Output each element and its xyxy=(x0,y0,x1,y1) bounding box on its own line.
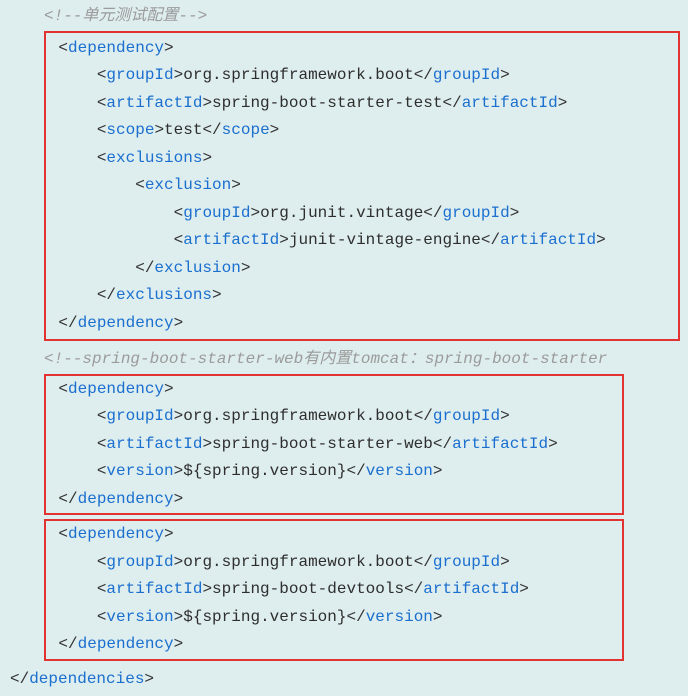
dependency-block-2: <dependency> <groupId>org.springframewor… xyxy=(44,374,624,516)
code-line: <version>${spring.version}</version> xyxy=(10,604,622,632)
code-line: <groupId>org.springframework.boot</group… xyxy=(10,549,622,577)
code-line: <dependency> xyxy=(10,376,622,404)
dependency-block-3: <dependency> <groupId>org.springframewor… xyxy=(44,519,624,661)
code-line: <artifactId>spring-boot-starter-web</art… xyxy=(10,431,622,459)
xml-comment-line: <!--单元测试配置--> xyxy=(0,3,688,31)
code-line: </dependency> xyxy=(10,310,678,340)
code-line: <groupId>org.springframework.boot</group… xyxy=(10,62,678,90)
xml-comment-line: <!--spring-boot-starter-web有内置tomcat：spr… xyxy=(0,346,688,374)
code-line: <version>${spring.version}</version> xyxy=(10,458,622,486)
comment-text: <!--单元测试配置--> xyxy=(44,7,207,25)
code-line: </exclusion> xyxy=(10,255,678,283)
code-line: </dependency> xyxy=(10,631,622,659)
code-line: <artifactId>junit-vintage-engine</artifa… xyxy=(10,227,678,255)
code-line: <exclusions> xyxy=(10,145,678,173)
dependency-block-1: <dependency> <groupId>org.springframewor… xyxy=(44,31,680,342)
comment-text: <!--spring-boot-starter-web有内置tomcat：spr… xyxy=(44,350,607,368)
code-line: <groupId>org.springframework.boot</group… xyxy=(10,403,622,431)
code-line: <scope>test</scope> xyxy=(10,117,678,145)
code-line: <groupId>org.junit.vintage</groupId> xyxy=(10,200,678,228)
code-line: </dependencies> xyxy=(0,666,688,694)
code-line: <artifactId>spring-boot-devtools</artifa… xyxy=(10,576,622,604)
code-line: </exclusions> xyxy=(10,282,678,310)
code-line: </dependency> xyxy=(10,486,622,514)
code-line: <dependency> xyxy=(10,33,678,63)
code-line: <artifactId>spring-boot-starter-test</ar… xyxy=(10,90,678,118)
code-line: <exclusion> xyxy=(10,172,678,200)
code-line: <dependency> xyxy=(10,521,622,549)
